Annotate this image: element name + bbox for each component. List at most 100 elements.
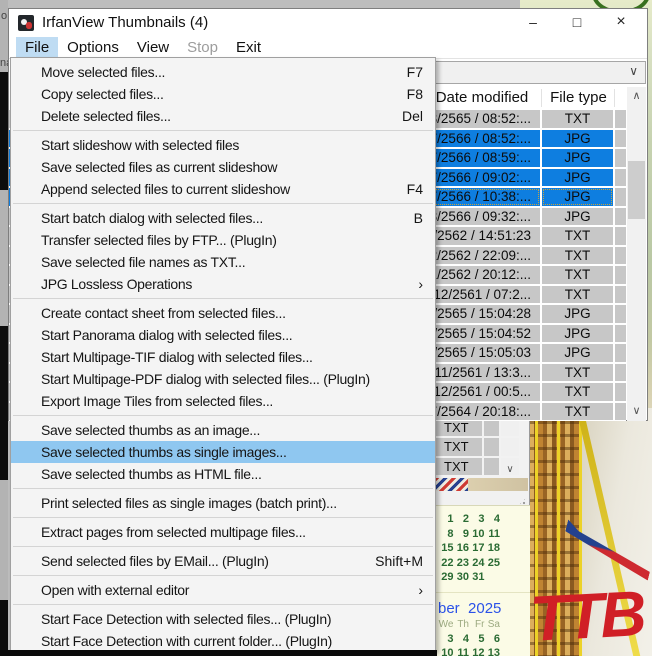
file-menu-item[interactable]: Start batch dialog with selected files..…: [11, 207, 435, 229]
calendar-day[interactable]: 6: [485, 632, 501, 647]
scrollbar-down-icon[interactable]: ∨: [627, 402, 646, 421]
file-menu-item[interactable]: Append selected files to current slidesh…: [11, 178, 435, 200]
calendar-day[interactable]: 10: [438, 646, 454, 656]
calendar-day[interactable]: 24: [469, 556, 485, 571]
calendar-day[interactable]: 30: [454, 570, 470, 585]
close-button[interactable]: ×: [599, 9, 643, 37]
file-menu-item[interactable]: Start Face Detection with selected files…: [11, 608, 435, 630]
file-menu-item[interactable]: Start Panorama dialog with selected file…: [11, 324, 435, 346]
calendar-day[interactable]: 15: [438, 541, 454, 556]
file-menu-item[interactable]: Save selected files as current slideshow: [11, 156, 435, 178]
calendar-day[interactable]: 4: [485, 512, 501, 527]
file-menu-item[interactable]: Export Image Tiles from selected files..…: [11, 390, 435, 412]
menu-separator: [13, 415, 433, 416]
file-menu-item[interactable]: Start Face Detection with current folder…: [11, 630, 435, 651]
file-menu-item[interactable]: Open with external editor›: [11, 579, 435, 601]
background-scrollbar[interactable]: [501, 419, 519, 436]
chevron-down-icon[interactable]: ∨: [629, 64, 638, 78]
menubar-item-exit[interactable]: Exit: [227, 37, 270, 58]
calendar-day[interactable]: 5: [469, 632, 485, 647]
calendar-day[interactable]: 8: [438, 527, 454, 542]
column-separator[interactable]: [614, 89, 615, 107]
background-scrollbar[interactable]: [501, 438, 519, 455]
file-menu-item[interactable]: Print selected files as single images (b…: [11, 492, 435, 514]
file-row-extra-cell: [615, 110, 626, 128]
menu-item-shortcut: F4: [407, 178, 423, 200]
file-menu-item[interactable]: Delete selected files...Del: [11, 105, 435, 127]
column-separator[interactable]: [541, 89, 542, 107]
titlebar[interactable]: IrfanView Thumbnails (4) – □ ×: [9, 9, 647, 37]
scrollbar-down-icon[interactable]: ∨: [501, 464, 519, 475]
calendar-day[interactable]: 1: [438, 512, 454, 527]
background-list-item[interactable]: TXT: [433, 437, 529, 456]
calendar-day[interactable]: 9: [454, 527, 470, 542]
background-list-item[interactable]: TXT∨: [433, 457, 529, 476]
file-menu-item[interactable]: Save selected thumbs as an image...: [11, 419, 435, 441]
file-menu-item[interactable]: Start slideshow with selected files: [11, 134, 435, 156]
column-header-file-type[interactable]: File type: [543, 87, 614, 109]
menubar-item-file[interactable]: File: [16, 37, 58, 58]
menu-item-label: Save selected thumbs as an image...: [41, 419, 260, 441]
calendar-day[interactable]: 10: [469, 527, 485, 542]
file-row-extra-cell: [615, 403, 626, 421]
background-file-type: TXT: [435, 438, 482, 455]
minimize-button[interactable]: –: [511, 9, 555, 37]
calendar-day[interactable]: 11: [454, 646, 470, 656]
calendar-day[interactable]: 16: [454, 541, 470, 556]
calendar-day[interactable]: 3: [469, 512, 485, 527]
calendar-day[interactable]: 18: [485, 541, 501, 556]
file-menu-item[interactable]: Copy selected files...F8: [11, 83, 435, 105]
file-menu-item[interactable]: Start Multipage-TIF dialog with selected…: [11, 346, 435, 368]
calendar-day[interactable]: 29: [438, 570, 454, 585]
menu-item-label: Copy selected files...: [41, 83, 164, 105]
calendar-day[interactable]: 31: [469, 570, 485, 585]
menubar-item-options[interactable]: Options: [58, 37, 128, 58]
file-row-extra-cell: [615, 188, 626, 206]
file-menu-item[interactable]: Save selected file names as TXT...: [11, 251, 435, 273]
calendar-day[interactable]: 12: [469, 646, 485, 656]
calendar-day[interactable]: 23: [454, 556, 470, 571]
file-row-type: TXT: [542, 266, 613, 284]
file-menu-item[interactable]: Start Multipage-PDF dialog with selected…: [11, 368, 435, 390]
file-row-type: TXT: [542, 364, 613, 382]
menu-item-label: Start Face Detection with selected files…: [41, 608, 331, 630]
background-extra-cell: [484, 419, 499, 436]
calendar-day[interactable]: 4: [454, 632, 470, 647]
calendar-day[interactable]: 2: [454, 512, 470, 527]
file-row-extra-cell: [615, 383, 626, 401]
menu-item-label: Save selected files as current slideshow: [41, 156, 277, 178]
file-menu-item[interactable]: Move selected files...F7: [11, 61, 435, 83]
menu-item-label: Create contact sheet from selected files…: [41, 302, 286, 324]
menubar-item-stop[interactable]: Stop: [178, 37, 227, 58]
scrollbar-thumb[interactable]: [628, 161, 645, 219]
calendar-day[interactable]: 17: [469, 541, 485, 556]
menu-item-label: Delete selected files...: [41, 105, 171, 127]
file-menu-item[interactable]: Save selected thumbs as single images...: [11, 441, 435, 463]
calendar-day[interactable]: 22: [438, 556, 454, 571]
file-menu-item[interactable]: Send selected files by EMail... (PlugIn)…: [11, 550, 435, 572]
menu-item-label: Send selected files by EMail... (PlugIn): [41, 550, 269, 572]
calendar-day[interactable]: 3: [438, 632, 454, 647]
file-menu-item[interactable]: Create contact sheet from selected files…: [11, 302, 435, 324]
thumbnail-stripes-image: [433, 478, 529, 491]
file-menu-item[interactable]: Save selected thumbs as HTML file...: [11, 463, 435, 485]
menubar: FileOptionsViewStopExit: [9, 37, 647, 59]
menu-item-label: Open with external editor: [41, 579, 189, 601]
screen: o na TTB TXTTXTTXT∨ 12348910111516171822…: [0, 0, 652, 656]
calendar-day[interactable]: 11: [485, 527, 501, 542]
calendar-weekday-header: WeThFrSa: [435, 618, 530, 631]
maximize-button[interactable]: □: [555, 9, 599, 37]
file-menu-item[interactable]: JPG Lossless Operations›: [11, 273, 435, 295]
file-menu-item[interactable]: Extract pages from selected multipage fi…: [11, 521, 435, 543]
background-extra-cell: [484, 458, 499, 475]
column-header-date-modified[interactable]: Date modified: [423, 87, 541, 109]
file-menu-item[interactable]: Transfer selected files by FTP... (PlugI…: [11, 229, 435, 251]
scrollbar-up-icon[interactable]: ∧: [627, 87, 646, 106]
vertical-scrollbar[interactable]: ∧ ∨: [627, 87, 646, 421]
calendar-day[interactable]: 13: [485, 646, 501, 656]
menubar-item-view[interactable]: View: [128, 37, 178, 58]
file-row-extra-cell: [615, 169, 626, 187]
calendar-day[interactable]: 25: [485, 556, 501, 571]
background-scrollbar[interactable]: ∨: [501, 458, 519, 475]
file-row-extra-cell: [615, 305, 626, 323]
